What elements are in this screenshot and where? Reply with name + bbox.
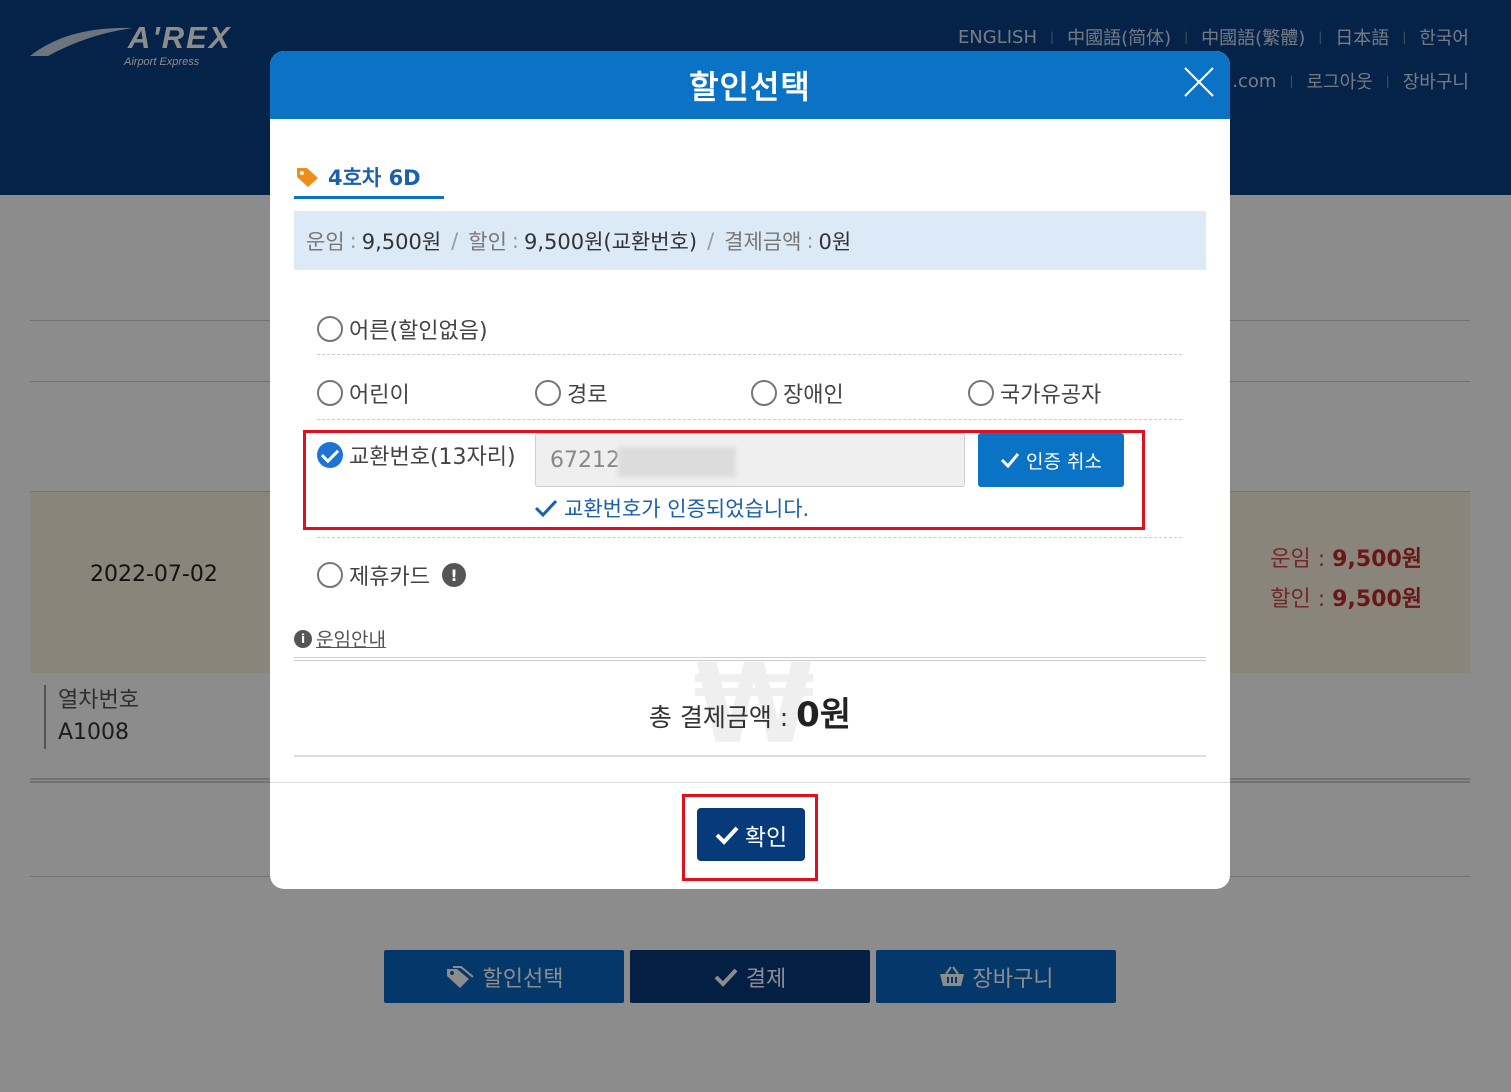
radio-partner-card-label: 제휴카드 [349, 565, 430, 590]
confirm-button[interactable]: 확인 [697, 808, 805, 861]
summary-pay-value: 0원 [818, 229, 852, 254]
radio-adult[interactable]: 어른(할인없음) [317, 313, 488, 345]
cancel-auth-label: 인증 취소 [1026, 450, 1102, 473]
seat-tab-label: 4호차 6D [328, 165, 421, 190]
tag-icon [297, 167, 318, 187]
check-icon [534, 499, 558, 518]
radio-circle [317, 562, 343, 588]
radio-circle [317, 316, 343, 342]
check-icon [715, 826, 739, 845]
summary-pay-key: 결제금액 [724, 229, 802, 254]
fare-guide-label: 운임안내 [316, 629, 386, 651]
exchange-number-input[interactable]: 67212 [535, 433, 965, 487]
summary-discount-key: 할인 [468, 229, 507, 254]
total-amount: 0원 [796, 695, 852, 735]
radio-veteran[interactable]: 국가유공자 [968, 377, 1101, 409]
radio-circle [535, 380, 561, 406]
close-icon[interactable] [1182, 65, 1216, 99]
radio-child-label: 어린이 [349, 383, 410, 408]
radio-disabled-label: 장애인 [783, 383, 844, 408]
radio-veteran-label: 국가유공자 [1000, 383, 1102, 408]
total-payment-area: ₩ 총 결제금액 : 0원 [294, 657, 1206, 757]
seat-tab[interactable]: 4호차 6D [294, 157, 444, 199]
redacted-blur [618, 447, 736, 477]
exclamation-icon[interactable]: ! [441, 563, 466, 587]
confirm-label: 확인 [744, 824, 788, 851]
radio-disabled[interactable]: 장애인 [751, 377, 844, 409]
highlight-box-confirm: 확인 [682, 794, 818, 881]
radio-exchange-number[interactable]: 교환번호(13자리) [317, 439, 516, 471]
radio-partner-card[interactable]: 제휴카드 ! [317, 559, 466, 591]
modal-header: 할인선택 [270, 51, 1230, 119]
discount-modal: 할인선택 4호차 6D 운임: 9,500원 / 할인: 9,500원(교환번호… [270, 51, 1230, 889]
radio-circle [751, 380, 777, 406]
summary-fare-value: 9,500원 [361, 229, 442, 254]
info-icon: i [294, 629, 312, 648]
radio-circle [968, 380, 994, 406]
radio-exchange-label: 교환번호(13자리) [349, 445, 516, 470]
total-payment: 총 결제금액 : 0원 [294, 687, 1206, 736]
radio-circle-checked [317, 442, 343, 468]
modal-footer: 확인 [270, 782, 1230, 889]
total-label: 총 결제금액 : [648, 703, 797, 732]
exchange-number-value: 67212 [550, 447, 620, 473]
fare-guide-link[interactable]: i 운임안내 [294, 625, 386, 652]
summary-fare-key: 운임 [306, 229, 345, 254]
auth-message-text: 교환번호가 인증되었습니다. [564, 497, 810, 521]
radio-circle [317, 380, 343, 406]
auth-success-message: 교환번호가 인증되었습니다. [534, 493, 809, 523]
summary-discount-value: 9,500원(교환번호) [523, 229, 698, 254]
check-icon [1000, 453, 1020, 468]
modal-title: 할인선택 [689, 68, 811, 106]
radio-senior-label: 경로 [567, 383, 608, 408]
radio-senior[interactable]: 경로 [535, 377, 607, 409]
fare-summary: 운임: 9,500원 / 할인: 9,500원(교환번호) / 결제금액: 0원 [294, 211, 1206, 270]
cancel-auth-button[interactable]: 인증 취소 [978, 433, 1124, 487]
radio-child[interactable]: 어린이 [317, 377, 410, 409]
radio-adult-label: 어른(할인없음) [349, 319, 488, 344]
